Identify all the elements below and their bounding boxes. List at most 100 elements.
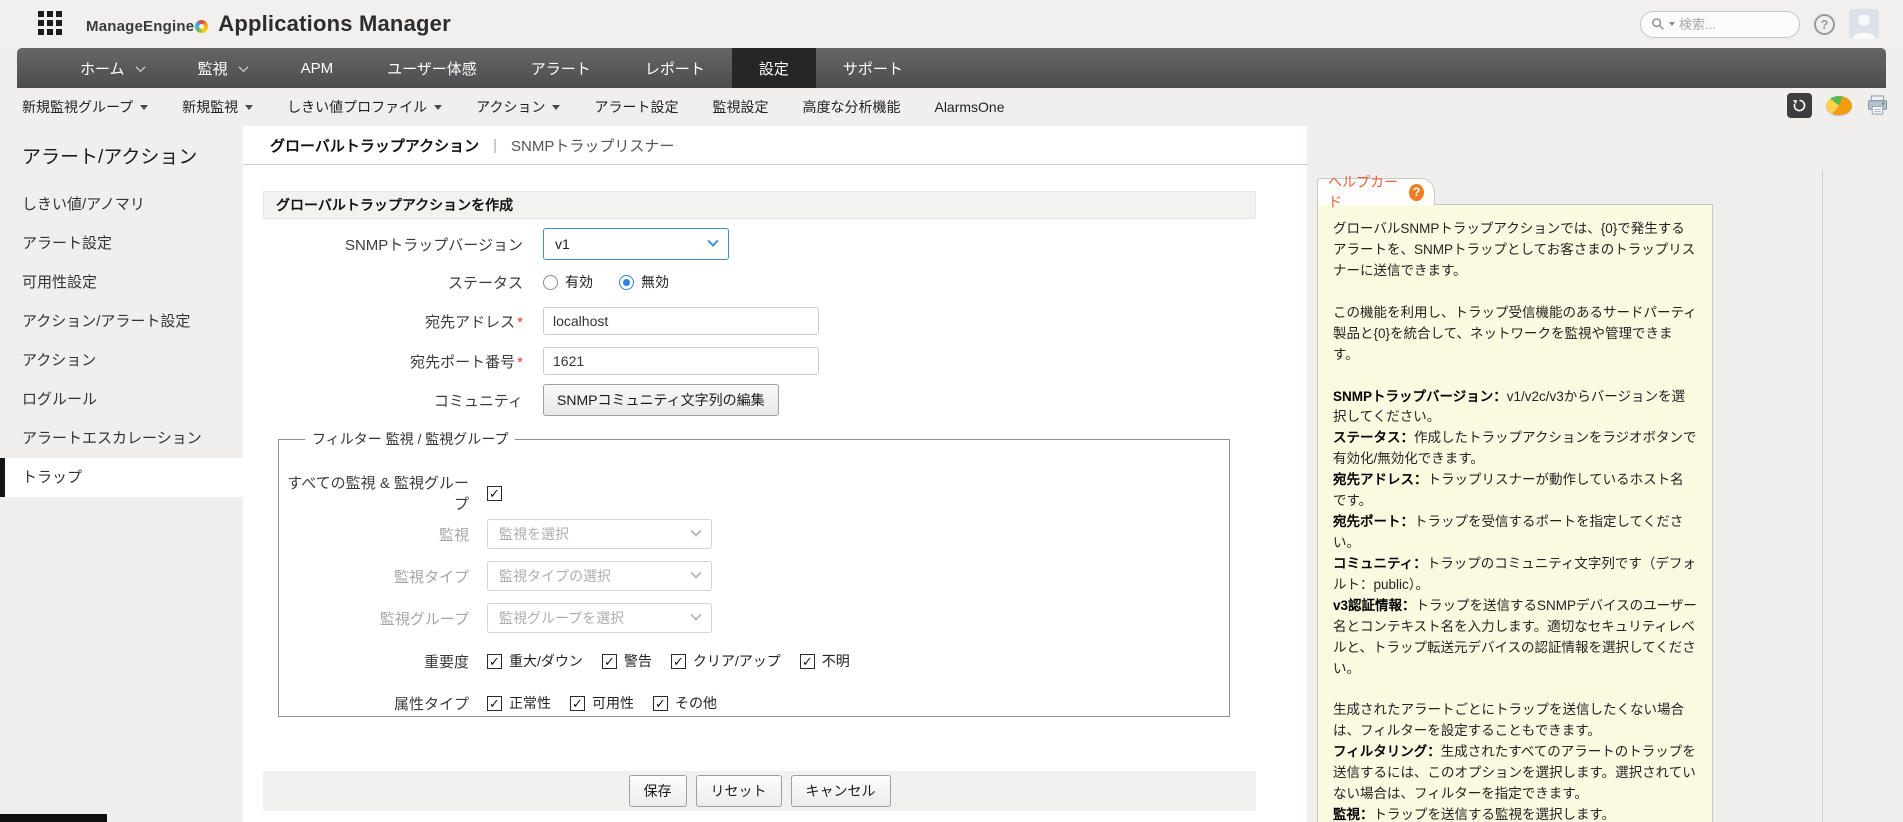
secondary-nav: 新規監視グループ 新規監視 しきい値プロファイル アクション アラート設定 監視設定 高度な… <box>0 88 1903 126</box>
search-caret-icon[interactable] <box>1669 22 1675 26</box>
subnav-item-2[interactable]: しきい値プロファイル <box>287 97 442 117</box>
help-icon[interactable]: ? <box>1814 14 1835 35</box>
chevron-down-icon <box>238 62 248 72</box>
sidebar-item-4[interactable]: アクション <box>0 341 243 380</box>
monitor-group-label: 監視グループ <box>279 608 469 629</box>
severity-checkbox-label: クリア/アップ <box>693 651 781 671</box>
nav-tab-0[interactable]: ホーム <box>53 48 171 88</box>
destination-address-input[interactable] <box>543 307 819 335</box>
checkbox-icon[interactable] <box>487 696 502 711</box>
chevron-down-icon <box>707 236 718 247</box>
sidebar-item-7[interactable]: トラップ <box>0 458 243 497</box>
nav-tab-3[interactable]: ユーザー体感 <box>360 48 504 88</box>
nav-tab-label: レポート <box>645 58 705 79</box>
app-grid-icon[interactable] <box>38 11 64 37</box>
radio-selected-icon[interactable] <box>619 275 634 290</box>
subnav-item-label: AlarmsOne <box>934 99 1004 115</box>
attribute-checkbox-label: 正常性 <box>509 693 551 713</box>
sidebar-list: しきい値/アノマリアラート設定可用性設定アクション/アラート設定アクションログル… <box>0 185 243 497</box>
attribute-type-label: 属性タイプ <box>279 693 469 714</box>
attribute-type-checkbox-group: 正常性 可用性その他 <box>487 693 717 713</box>
pie-chart-icon[interactable] <box>1826 96 1852 115</box>
secondary-nav-icons <box>1787 93 1889 118</box>
radio-unselected-icon[interactable] <box>543 275 558 290</box>
monitor-select[interactable]: 監視を選択 <box>487 519 712 549</box>
save-button[interactable]: 保存 <box>629 775 687 807</box>
status-radio-1[interactable]: 無効 <box>619 272 669 292</box>
nav-tab-label: アラート <box>531 58 591 79</box>
search-input[interactable] <box>1679 17 1779 32</box>
destination-address-label: 宛先アドレス* <box>263 311 523 332</box>
nav-tab-4[interactable]: アラート <box>504 48 618 88</box>
sidebar-item-1[interactable]: アラート設定 <box>0 224 243 263</box>
all-monitors-checkbox[interactable] <box>487 486 502 501</box>
subnav-item-label: 高度な分析機能 <box>802 97 900 117</box>
chevron-down-icon <box>135 62 145 72</box>
sidebar-item-5[interactable]: ログルール <box>0 380 243 419</box>
checkbox-icon[interactable] <box>800 654 815 669</box>
manageengine-swirl-icon <box>195 20 208 33</box>
cancel-button[interactable]: キャンセル <box>791 775 891 807</box>
help-card: ヘルプカード ? グローバルSNMPトラップアクションでは、{0}で発生するアラ… <box>1317 178 1713 822</box>
nav-tab-2[interactable]: APM <box>274 48 361 88</box>
caret-down-icon <box>140 105 148 110</box>
tab-snmp-trap-listener[interactable]: SNMPトラップリスナー <box>511 135 674 156</box>
monitor-type-label: 監視タイプ <box>279 566 469 587</box>
subnav-item-7[interactable]: AlarmsOne <box>934 99 1004 115</box>
user-avatar[interactable] <box>1849 9 1879 39</box>
reset-button[interactable]: リセット <box>696 775 782 807</box>
checkbox-icon[interactable] <box>653 696 668 711</box>
snmp-version-select[interactable]: v1 <box>543 228 729 260</box>
subnav-item-4[interactable]: アラート設定 <box>594 97 678 117</box>
destination-port-label: 宛先ポート番号* <box>263 351 523 372</box>
printer-icon[interactable] <box>1866 95 1889 116</box>
subnav-item-6[interactable]: 高度な分析機能 <box>802 97 900 117</box>
severity-checkbox-label: 重大/ダウン <box>509 651 583 671</box>
subnav-item-5[interactable]: 監視設定 <box>712 97 768 117</box>
subnav-item-1[interactable]: 新規監視 <box>182 97 253 117</box>
edit-community-string-button[interactable]: SNMPコミュニティ文字列の編集 <box>543 384 779 416</box>
status-radio-0[interactable]: 有効 <box>543 272 593 292</box>
nav-tab-1[interactable]: 監視 <box>171 48 274 88</box>
search-box[interactable] <box>1640 11 1800 38</box>
checkbox-icon[interactable] <box>487 654 502 669</box>
attribute-checkbox-0[interactable]: 正常性 <box>487 693 551 713</box>
sidebar-item-6[interactable]: アラートエスカレーション <box>0 419 243 458</box>
attribute-checkbox-label: 可用性 <box>592 693 634 713</box>
nav-tab-label: ユーザー体感 <box>387 58 477 79</box>
help-question-icon[interactable]: ? <box>1409 184 1424 201</box>
destination-port-input[interactable] <box>543 347 819 375</box>
help-line: フィルタリング：生成されたすべてのアラートのトラップを送信するには、このオプショ… <box>1333 742 1697 805</box>
nav-tab-label: APM <box>301 60 334 77</box>
sidebar-item-2[interactable]: 可用性設定 <box>0 263 243 302</box>
attribute-checkbox-1[interactable]: 可用性 <box>570 693 634 713</box>
all-monitors-label: すべての監視 & 監視グループ <box>279 472 469 514</box>
severity-checkbox-0[interactable]: 重大/ダウン <box>487 651 583 671</box>
help-card-tab[interactable]: ヘルプカード ? <box>1317 178 1435 205</box>
subnav-item-label: 新規監視グループ <box>22 97 133 117</box>
subnav-item-0[interactable]: 新規監視グループ <box>22 97 148 117</box>
help-line: v3認証情報：トラップを送信するSNMPデバイスのユーザー名とコンテキスト名を入… <box>1333 596 1697 680</box>
severity-checkbox-2[interactable]: クリア/アップ <box>671 651 781 671</box>
monitor-group-select[interactable]: 監視グループを選択 <box>487 603 712 633</box>
nav-tab-5[interactable]: レポート <box>618 48 732 88</box>
checkbox-icon[interactable] <box>570 696 585 711</box>
help-line: 生成されたアラートごとにトラップを送信したくない場合は、フィルターを設定すること… <box>1333 700 1697 742</box>
tab-global-trap-action[interactable]: グローバルトラップアクション <box>270 135 479 156</box>
chevron-down-icon <box>690 568 701 579</box>
monitor-type-select-placeholder: 監視タイプの選択 <box>499 566 611 586</box>
monitor-type-select[interactable]: 監視タイプの選択 <box>487 561 712 591</box>
sidebar-item-3[interactable]: アクション/アラート設定 <box>0 302 243 341</box>
checkbox-icon[interactable] <box>671 654 686 669</box>
attribute-checkbox-2[interactable]: その他 <box>653 693 717 713</box>
form-actions: 保存リセットキャンセル <box>263 771 1256 811</box>
subnav-item-3[interactable]: アクション <box>476 97 560 117</box>
severity-checkbox-3[interactable]: 不明 <box>800 651 850 671</box>
refresh-icon[interactable] <box>1787 93 1812 118</box>
severity-checkbox-1[interactable]: 警告 <box>602 651 652 671</box>
checkbox-icon[interactable] <box>602 654 617 669</box>
nav-tab-6[interactable]: 設定 <box>732 48 816 88</box>
nav-tab-7[interactable]: サポート <box>816 48 930 88</box>
help-card-title: ヘルプカード <box>1328 172 1400 212</box>
sidebar-item-0[interactable]: しきい値/アノマリ <box>0 185 243 224</box>
